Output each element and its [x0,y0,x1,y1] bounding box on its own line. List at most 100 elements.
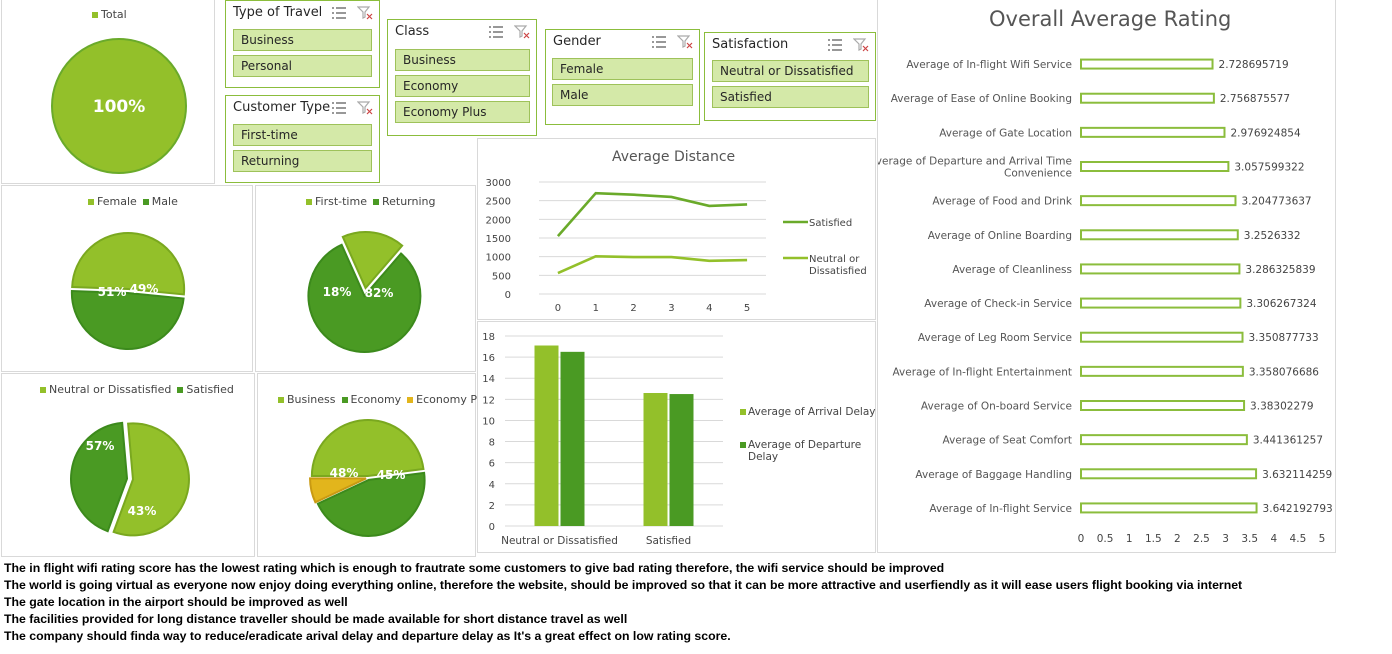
pie-label-economy: 45% [377,468,406,482]
category-label: Average of Leg Room Service [918,332,1072,344]
slicer-item-economy[interactable]: Economy [395,75,530,97]
legend-label: Satisfied [809,218,852,229]
y-tick-label: 18 [482,332,495,343]
bar [1080,161,1230,172]
slicer-item-male[interactable]: Male [552,84,693,106]
clear-filter-icon[interactable] [357,101,373,115]
pie-label-business: 48% [330,466,359,480]
satisfaction-pie-panel[interactable]: Neutral or Dissatisfied Satisfied 57% 43… [1,373,255,557]
slicer-title: Satisfaction [712,37,789,52]
y-tick-label: 2000 [486,215,511,226]
category-label: Average of Cleanliness [952,264,1072,276]
multi-select-icon[interactable] [651,35,667,49]
clear-filter-icon[interactable] [357,6,373,20]
satisfaction-slicer[interactable]: Satisfaction Neutral or Dissatisfied Sat… [704,32,876,121]
gender-slicer[interactable]: Gender Female Male [545,29,700,125]
value-label: 3.057599322 [1234,162,1304,174]
bar [1080,92,1215,104]
clear-filter-icon[interactable] [853,38,869,52]
total-pie-panel[interactable]: Total 100% [1,0,215,184]
value-label: 3.306267324 [1246,298,1316,310]
class-slicer[interactable]: Class Business Economy Economy Plus [387,19,537,136]
legend-swatch [740,442,746,448]
delay-bar-panel[interactable]: 18 16 14 12 10 8 6 4 2 0 Neutral or Dissatisfied Sa… [477,321,876,553]
y-tick-label: 1000 [486,253,511,264]
x-tick-label: 1 [1126,533,1133,545]
pie-label-female: 51% [98,285,127,299]
slicer-item-personal[interactable]: Personal [233,55,372,77]
value-label: 3.642192793 [1263,503,1333,515]
slicer-item-business[interactable]: Business [395,49,530,71]
type-of-travel-slicer[interactable]: Type of Travel Business Personal [225,0,380,88]
gender-pie-panel[interactable]: Female Male 51% 49% [1,185,253,372]
bar [1080,365,1244,377]
y-tick-label: 16 [482,353,495,364]
value-label: 3.2526332 [1244,230,1301,242]
y-tick-label: 2500 [486,197,511,208]
multi-select-icon[interactable] [331,6,347,20]
pie-slice [70,290,185,350]
clear-filter-icon[interactable] [514,25,530,39]
value-label: 3.286325839 [1245,264,1315,276]
slicer-item-business[interactable]: Business [233,29,372,51]
pie-slice [71,232,186,296]
y-tick-label: 6 [489,459,495,470]
bar [1080,297,1242,309]
bar [1080,502,1258,514]
note-3: The gate location in the airport should … [4,595,348,609]
y-tick-label: 14 [482,374,495,385]
value-label: 3.358076686 [1249,366,1319,378]
total-pie-chart: 100% [51,38,187,174]
customer-type-pie-panel[interactable]: First-time Returning 18% 82% [255,185,476,372]
slicer-item-first-time[interactable]: First-time [233,124,372,146]
slicer-title: Type of Travel [233,5,323,20]
y-tick-label: 8 [489,438,495,449]
value-label: 3.632114259 [1262,469,1332,481]
slicer-item-neutral-or-dissatisfied[interactable]: Neutral or Dissatisfied [712,60,869,82]
class-pie-chart: 48% 45% [309,419,426,537]
overall-rating-bar-chart: Average of In-flight Wifi Service 2.72869… [878,58,1333,545]
value-label: 2.756875577 [1220,93,1290,105]
x-tick-label: Satisfied [646,535,691,547]
overall-rating-panel[interactable]: Overall Average Rating Average of In-fli… [877,0,1336,553]
pie-label-satisfied: 43% [128,504,157,518]
x-tick-label: 0.5 [1097,533,1114,545]
x-tick-label: 3.5 [1241,533,1258,545]
x-tick-label: 0 [555,303,561,314]
clear-filter-icon[interactable] [677,35,693,49]
note-5: The company should finda way to reduce/e… [4,629,731,643]
slicer-item-satisfied[interactable]: Satisfied [712,86,869,108]
y-tick-label: 500 [492,271,511,282]
category-label: Average of Seat Comfort [943,435,1072,447]
x-tick-label: 5 [1319,533,1326,545]
y-tick-label: 12 [482,395,495,406]
slicer-item-economy-plus[interactable]: Economy Plus [395,101,530,123]
average-distance-panel[interactable]: Average Distance 3000 2500 2000 1500 1000 500… [477,138,876,320]
slicer-title: Gender [553,34,601,49]
value-label: 3.441361257 [1253,435,1323,447]
slicer-item-female[interactable]: Female [552,58,693,80]
multi-select-icon[interactable] [488,25,504,39]
x-tick-label: 1 [593,303,599,314]
multi-select-icon[interactable] [827,38,843,52]
category-label: Average of Departure and Arrival Time [878,156,1072,168]
value-label: 2.976924854 [1230,127,1300,139]
gender-pie-chart: 51% 49% [70,232,186,350]
x-tick-label: 5 [744,303,750,314]
customer-type-slicer[interactable]: Customer Type First-time Returning [225,95,380,183]
x-tick-label: 0 [1078,533,1085,545]
series-line [556,191,748,237]
category-label: Average of Ease of Online Booking [891,93,1072,105]
bar [1080,229,1239,241]
multi-select-icon[interactable] [331,101,347,115]
x-tick-label: Neutral or Dissatisfied [501,535,618,547]
total-pie-label: 100% [93,97,146,117]
category-label: Average of On-board Service [921,401,1072,413]
x-tick-label: 4.5 [1290,533,1307,545]
bar [1080,263,1241,275]
customer-type-pie-chart: 18% 82% [307,231,422,353]
slicer-item-returning[interactable]: Returning [233,150,372,172]
pie-label-neutral: 57% [86,439,115,453]
class-pie-panel[interactable]: Business Economy Economy Plus 48% 45% [257,373,493,557]
note-1: The in flight wifi rating score has the … [4,561,945,575]
